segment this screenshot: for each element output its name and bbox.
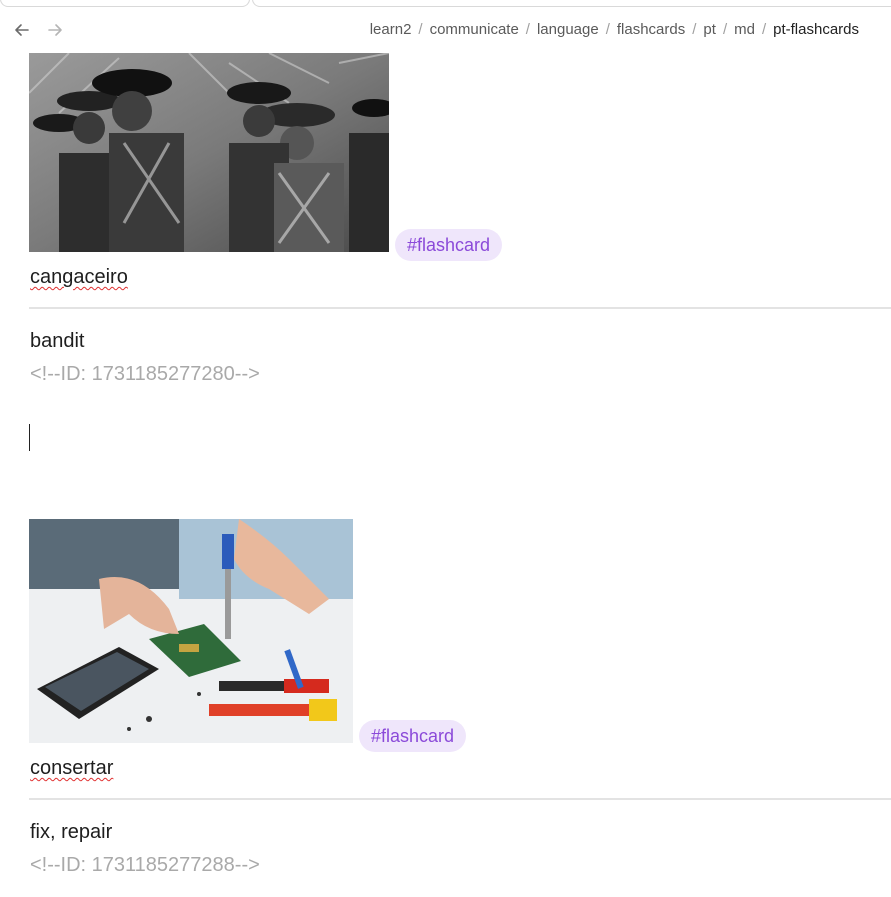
divider — [29, 798, 891, 800]
text-cursor — [29, 424, 30, 451]
divider — [29, 307, 891, 309]
consertar-image[interactable] — [29, 519, 353, 743]
top-bar: learn2 / communicate / language / flashc… — [0, 0, 891, 54]
tab-edge — [252, 0, 891, 7]
breadcrumb-item[interactable]: learn2 — [370, 21, 412, 38]
breadcrumb-separator: / — [418, 21, 423, 38]
tab-edge — [0, 0, 250, 7]
breadcrumb-item[interactable]: pt — [703, 21, 716, 38]
arrow-left-icon — [15, 24, 29, 36]
flashcard-back: bandit — [30, 330, 85, 352]
repair-photo — [29, 519, 353, 743]
breadcrumb-separator: / — [605, 21, 610, 38]
breadcrumb-item[interactable]: md — [734, 21, 755, 38]
arrow-right-icon — [48, 24, 62, 36]
flashcard-id-comment: <!--ID: 1731185277288--> — [30, 854, 260, 876]
forward-button[interactable] — [45, 20, 65, 40]
editor-page: learn2 / communicate / language / flashc… — [0, 0, 891, 897]
flashcard-id-comment: <!--ID: 1731185277280--> — [30, 363, 260, 385]
flashcard-tag[interactable]: #flashcard — [359, 720, 467, 752]
breadcrumb-separator: / — [761, 21, 767, 38]
breadcrumb-separator: / — [692, 21, 697, 38]
cangaceiro-photo — [29, 53, 389, 252]
flashcard-front: consertar — [30, 757, 114, 779]
breadcrumb: learn2 / communicate / language / flashc… — [370, 21, 859, 38]
flashcard-back: fix, repair — [30, 821, 113, 843]
breadcrumb-current[interactable]: pt-flashcards — [773, 21, 859, 38]
cangaceiro-image[interactable] — [29, 53, 389, 252]
breadcrumb-separator: / — [525, 21, 530, 38]
flashcard-tag[interactable]: #flashcard — [395, 229, 503, 261]
breadcrumb-item[interactable]: communicate — [430, 21, 519, 38]
breadcrumb-item[interactable]: language — [537, 21, 599, 38]
flashcard-front: cangaceiro — [30, 266, 128, 288]
breadcrumb-item[interactable]: flashcards — [617, 21, 685, 38]
breadcrumb-separator: / — [722, 21, 728, 38]
back-button[interactable] — [12, 20, 32, 40]
